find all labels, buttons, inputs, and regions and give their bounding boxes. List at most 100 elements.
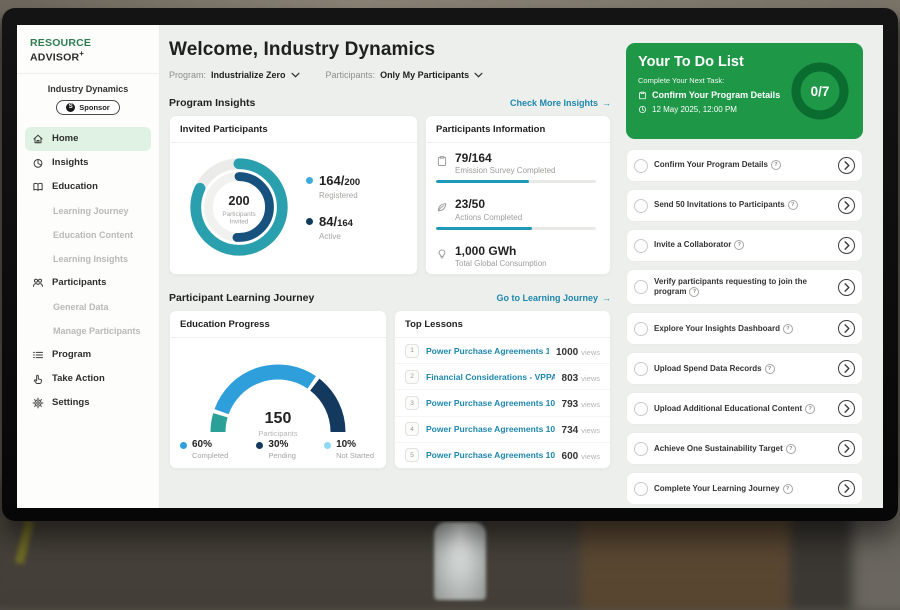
lesson-row-2[interactable]: 2Financial Considerations - VPPAs803view… <box>395 364 610 390</box>
lesson-row-1[interactable]: 1Power Purchase Agreements 1011000views <box>395 338 610 364</box>
logo-plus: + <box>79 49 84 58</box>
stat-text: 1,000 GWhTotal Global Consumption <box>455 245 547 268</box>
arrow-right-icon: → <box>602 293 611 303</box>
help-icon[interactable]: ? <box>765 364 775 374</box>
sponsor-badge[interactable]: S Sponsor <box>56 100 119 115</box>
todo-item-achieve-one-sustainability-target[interactable]: Achieve One Sustainability Target? <box>626 432 863 465</box>
stat-label: Actions Completed <box>455 213 522 222</box>
todo-item-send-50-invitations-to-participants[interactable]: Send 50 Invitations to Participants? <box>626 189 863 222</box>
participants-information-body: 79/164Emission Survey Completed 23/50Acti… <box>426 143 610 274</box>
lesson-views-suffix: views <box>581 452 600 461</box>
check-more-insights-link[interactable]: Check More Insights → <box>510 98 611 108</box>
todo-item-explore-your-insights-dashboard[interactable]: Explore Your Insights Dashboard? <box>626 312 863 345</box>
arrow-right-icon: → <box>602 98 611 108</box>
todo-checkbox[interactable] <box>634 199 648 213</box>
todo-checkbox[interactable] <box>634 280 648 294</box>
lesson-row-4[interactable]: 4Power Purchase Agreements 102734views <box>395 417 610 443</box>
todo-item-label: Upload Spend Data Records? <box>654 364 832 374</box>
todo-item-confirm-your-program-details[interactable]: Confirm Your Program Details? <box>626 149 863 182</box>
todo-checkbox[interactable] <box>634 442 648 456</box>
todo-item-open-button[interactable] <box>838 279 855 296</box>
sidebar-item-take-action[interactable]: Take Action <box>25 367 151 391</box>
legend-denominator: 164 <box>337 218 353 229</box>
lesson-views: 734views <box>562 420 600 438</box>
help-icon[interactable]: ? <box>734 240 744 250</box>
help-icon[interactable]: ? <box>771 160 781 170</box>
sidebar-item-general-data[interactable]: General Data <box>25 295 151 319</box>
participants-icon <box>32 277 44 289</box>
go-to-learning-journey-link[interactable]: Go to Learning Journey → <box>496 293 611 303</box>
gauge-center: 150 Participants <box>190 410 366 438</box>
app-logo[interactable]: RESOURCE ADVISOR+ <box>17 25 159 74</box>
clipboard-icon <box>638 91 647 100</box>
top-lessons-title: Top Lessons <box>395 311 610 338</box>
education-icon <box>32 181 44 193</box>
participants-select[interactable]: Participants: Only My Participants <box>326 70 484 80</box>
lesson-title: Power Purchase Agreements 103 <box>426 450 555 460</box>
legend-numerator: 164/ <box>319 173 344 188</box>
todo-item-open-button[interactable] <box>838 440 855 457</box>
sidebar-item-insights[interactable]: Insights <box>25 151 151 175</box>
todo-checkbox[interactable] <box>634 322 648 336</box>
lesson-views-suffix: views <box>581 426 600 435</box>
learning-cards-row: Education Progress 150 Participants 60%C… <box>169 310 611 469</box>
todo-checkbox[interactable] <box>634 239 648 253</box>
sidebar-item-program[interactable]: Program <box>25 343 151 367</box>
todo-item-upload-spend-data-records[interactable]: Upload Spend Data Records? <box>626 352 863 385</box>
sidebar-item-education[interactable]: Education <box>25 175 151 199</box>
stat-value: 1,000 GWh <box>455 245 547 258</box>
todo-item-verify-participants-requesting-to-join-the-program[interactable]: Verify participants requesting to join t… <box>626 269 863 305</box>
lesson-title: Power Purchase Agreements 101 <box>426 398 555 408</box>
lesson-views: 1000views <box>556 342 600 360</box>
svg-text:Participants: Participants <box>222 210 255 217</box>
legend-item-active: 84/164Active <box>306 213 360 241</box>
stat-text: 23/50Actions Completed <box>455 198 522 221</box>
todo-item-open-button[interactable] <box>838 400 855 417</box>
help-icon[interactable]: ? <box>783 484 793 494</box>
todo-item-label: Verify participants requesting to join t… <box>654 277 832 297</box>
stat-row: 79/164Emission Survey Completed <box>436 152 596 175</box>
help-icon[interactable]: ? <box>783 324 793 334</box>
todo-checkbox[interactable] <box>634 402 648 416</box>
sidebar-item-settings[interactable]: Settings <box>25 391 151 415</box>
todo-item-complete-your-learning-journey[interactable]: Complete Your Learning Journey? <box>626 472 863 505</box>
todo-item-open-button[interactable] <box>838 237 855 254</box>
sidebar-item-participants[interactable]: Participants <box>25 271 151 295</box>
participants-select-label: Participants: <box>326 70 376 80</box>
help-icon[interactable]: ? <box>689 287 699 297</box>
todo-progress-ring: 0/7 <box>787 58 853 124</box>
sidebar-item-home[interactable]: Home <box>25 127 151 151</box>
invited-participants-donut-chart: 200ParticipantsInvited <box>180 148 298 266</box>
lesson-row-3[interactable]: 3Power Purchase Agreements 101793views <box>395 390 610 416</box>
lesson-row-5[interactable]: 5Power Purchase Agreements 103600views <box>395 443 610 468</box>
program-select[interactable]: Program: Industrialize Zero <box>169 70 300 80</box>
education-progress-title: Education Progress <box>170 311 386 338</box>
legend-item-registered: 164/200Registered <box>306 172 360 200</box>
lesson-views: 793views <box>562 394 600 412</box>
todo-item-invite-a-collaborator[interactable]: Invite a Collaborator? <box>626 229 863 262</box>
legend-label: Active <box>319 232 353 241</box>
todo-datetime-label: 12 May 2025, 12:00 PM <box>652 105 737 114</box>
help-icon[interactable]: ? <box>788 200 798 210</box>
todo-item-open-button[interactable] <box>838 197 855 214</box>
todo-item-open-button[interactable] <box>838 480 855 497</box>
todo-item-open-button[interactable] <box>838 360 855 377</box>
insights-cards-row: Invited Participants 200ParticipantsInvi… <box>169 115 611 275</box>
todo-checkbox[interactable] <box>634 159 648 173</box>
sidebar-item-label: Settings <box>52 397 89 408</box>
svg-text:200: 200 <box>228 193 249 208</box>
sidebar-item-learning-insights[interactable]: Learning Insights <box>25 247 151 271</box>
lesson-views-count: 1000 <box>556 347 578 358</box>
todo-item-open-button[interactable] <box>838 320 855 337</box>
todo-item-upload-additional-educational-content[interactable]: Upload Additional Educational Content? <box>626 392 863 425</box>
help-icon[interactable]: ? <box>786 444 796 454</box>
gauge-center-label: Participants <box>190 429 366 438</box>
todo-checkbox[interactable] <box>634 482 648 496</box>
help-icon[interactable]: ? <box>805 404 815 414</box>
program-select-label: Program: <box>169 70 206 80</box>
sidebar-item-manage-participants[interactable]: Manage Participants <box>25 319 151 343</box>
todo-item-open-button[interactable] <box>838 157 855 174</box>
todo-checkbox[interactable] <box>634 362 648 376</box>
sidebar-item-education-content[interactable]: Education Content <box>25 223 151 247</box>
sidebar-item-learning-journey[interactable]: Learning Journey <box>25 199 151 223</box>
